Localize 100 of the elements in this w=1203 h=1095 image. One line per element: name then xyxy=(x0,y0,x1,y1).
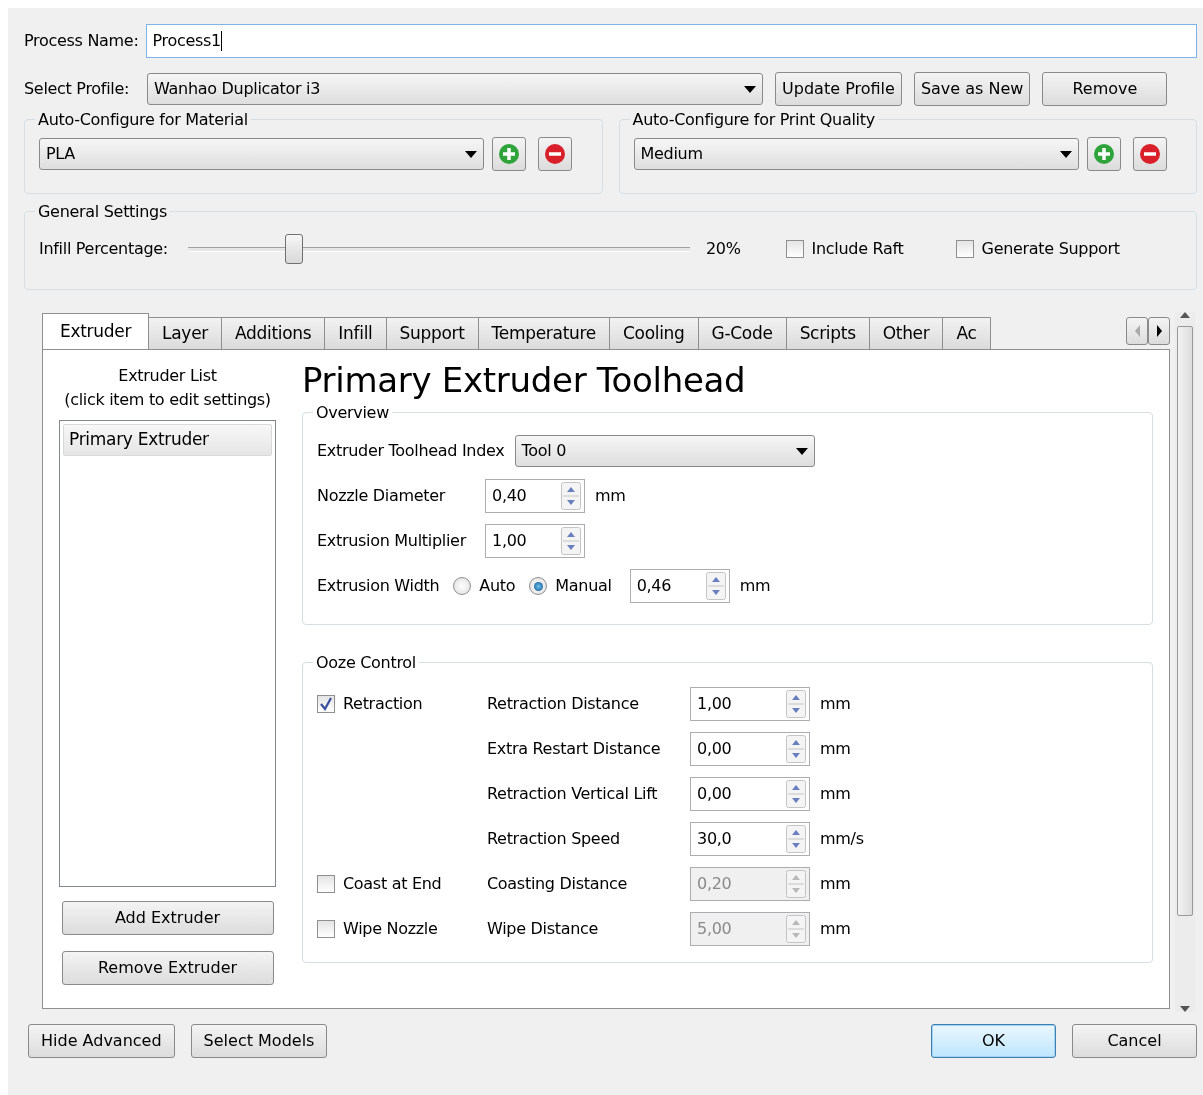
spin-arrows-icon xyxy=(786,824,806,853)
material-dropdown[interactable]: PLA xyxy=(39,138,484,171)
field-label: Infill Percentage: xyxy=(39,238,168,261)
field-label: Wipe Distance xyxy=(487,917,600,940)
group-title: General Settings xyxy=(37,202,168,222)
tab[interactable]: Other xyxy=(868,317,944,349)
field-label: Retraction Vertical Lift xyxy=(487,782,659,805)
group-title: Auto-Configure for Print Quality xyxy=(631,110,876,130)
plus-icon xyxy=(498,143,520,166)
scrollbar[interactable] xyxy=(1175,312,1195,1012)
tab[interactable]: Support xyxy=(385,317,479,349)
radio-button[interactable] xyxy=(453,577,472,596)
group-title: Auto-Configure for Material xyxy=(37,110,249,130)
quality-dropdown[interactable]: Medium xyxy=(633,138,1079,171)
list-item[interactable]: Primary Extruder xyxy=(63,424,272,456)
add-button[interactable] xyxy=(1086,137,1121,172)
tab[interactable]: Layer xyxy=(148,317,222,349)
page-heading: Primary Extruder Toolhead xyxy=(302,362,747,400)
spin-box[interactable]: 0,46 xyxy=(629,569,730,604)
tab[interactable]: Scripts xyxy=(785,317,870,349)
checkbox-label: Generate Support xyxy=(981,238,1120,261)
unit-label: mm xyxy=(820,737,852,760)
radio-label: Auto xyxy=(479,575,516,598)
checkbox[interactable] xyxy=(785,240,804,259)
tab[interactable]: Cooling xyxy=(609,317,699,349)
field-label: Retraction Speed xyxy=(487,827,621,850)
field-label: Extra Restart Distance xyxy=(487,737,662,760)
caret-icon xyxy=(465,150,477,158)
unit-label: mm xyxy=(820,917,852,940)
spin-arrows-icon xyxy=(786,779,806,808)
spin-box[interactable]: 1,00 xyxy=(485,524,585,559)
spin-box[interactable]: 30,0 xyxy=(690,821,810,856)
tab[interactable]: Ac xyxy=(942,317,991,349)
spin-arrows-icon xyxy=(786,734,806,763)
scroll-right-button[interactable] xyxy=(1148,316,1170,345)
button[interactable]: OK xyxy=(931,1024,1056,1058)
add-button[interactable] xyxy=(492,137,526,172)
check-icon xyxy=(319,696,333,711)
slider-thumb[interactable] xyxy=(284,234,303,265)
infill-reading: 20% xyxy=(705,238,741,261)
checkbox-label: Include Raft xyxy=(811,238,904,261)
spin-arrows-icon xyxy=(561,527,581,556)
toolhead-dropdown[interactable]: Tool 0 xyxy=(514,435,815,468)
radio-label: Manual xyxy=(555,575,612,598)
unit-label: mm xyxy=(820,782,852,805)
spin-box[interactable]: 1,00 xyxy=(690,686,810,721)
minus-icon xyxy=(544,143,566,166)
spin-box[interactable]: 0,00 xyxy=(690,776,810,811)
caret-icon xyxy=(795,447,808,455)
profile-dropdown[interactable]: Wanhao Duplicator i3 xyxy=(147,73,764,105)
unit-label: mm xyxy=(739,575,771,598)
scrollbar-thumb[interactable] xyxy=(1177,326,1193,916)
spin-box[interactable]: 0,00 xyxy=(690,731,810,766)
caret-icon xyxy=(1059,150,1072,158)
spin-arrows-icon xyxy=(705,572,726,601)
spin-arrows-icon xyxy=(561,482,581,511)
field-label: Extrusion Width xyxy=(317,575,440,598)
remove-button[interactable] xyxy=(1132,137,1167,172)
group-title: Ooze Control xyxy=(315,653,417,673)
tab[interactable]: Temperature xyxy=(477,317,610,349)
list-caption: (click item to edit settings) xyxy=(64,389,271,411)
field-label: Extruder Toolhead Index xyxy=(317,440,505,463)
list-caption: Extruder List xyxy=(118,365,217,387)
button[interactable]: Save as New xyxy=(913,72,1031,106)
field-label: Select Profile: xyxy=(24,78,130,100)
unit-label: mm xyxy=(820,872,852,895)
button[interactable]: Add Extruder xyxy=(61,901,274,935)
button[interactable]: Select Models xyxy=(190,1024,328,1058)
spin-arrows-icon xyxy=(786,869,806,898)
caret-icon xyxy=(744,85,757,93)
spin-box[interactable]: 0,40 xyxy=(485,479,585,514)
minus-icon xyxy=(1138,143,1161,166)
plus-icon xyxy=(1092,143,1115,166)
radio-button[interactable] xyxy=(529,577,548,596)
button[interactable]: Remove xyxy=(1042,72,1168,106)
tab[interactable]: Extruder xyxy=(42,313,150,349)
field-label: Coasting Distance xyxy=(487,872,629,895)
spin-arrows-icon xyxy=(786,689,806,718)
checkbox-label: Coast at End xyxy=(343,872,442,895)
name-field[interactable]: Process1 xyxy=(146,24,1197,58)
field-label: Process Name: xyxy=(24,30,139,52)
button[interactable]: Update Profile xyxy=(775,72,902,106)
button[interactable]: Remove Extruder xyxy=(61,951,274,985)
tab[interactable]: G-Code xyxy=(697,317,787,349)
button[interactable]: Hide Advanced xyxy=(28,1024,175,1058)
unit-label: mm/s xyxy=(820,827,865,850)
field-label: Extrusion Multiplier xyxy=(317,530,468,553)
button[interactable]: Cancel xyxy=(1072,1024,1197,1058)
checkbox[interactable] xyxy=(955,240,974,259)
tab[interactable]: Infill xyxy=(324,317,387,349)
checkbox-label: Retraction xyxy=(343,692,423,715)
tab[interactable]: Additions xyxy=(221,317,326,349)
field-label: Retraction Distance xyxy=(487,692,640,715)
checkbox[interactable] xyxy=(317,694,335,713)
field-label: Nozzle Diameter xyxy=(317,485,447,508)
down-arrow-icon xyxy=(1180,1006,1190,1012)
unit-label: mm xyxy=(820,692,852,715)
unit-label: mm xyxy=(595,485,626,508)
remove-button[interactable] xyxy=(538,137,572,172)
checkbox-label: Wipe Nozzle xyxy=(343,917,438,940)
